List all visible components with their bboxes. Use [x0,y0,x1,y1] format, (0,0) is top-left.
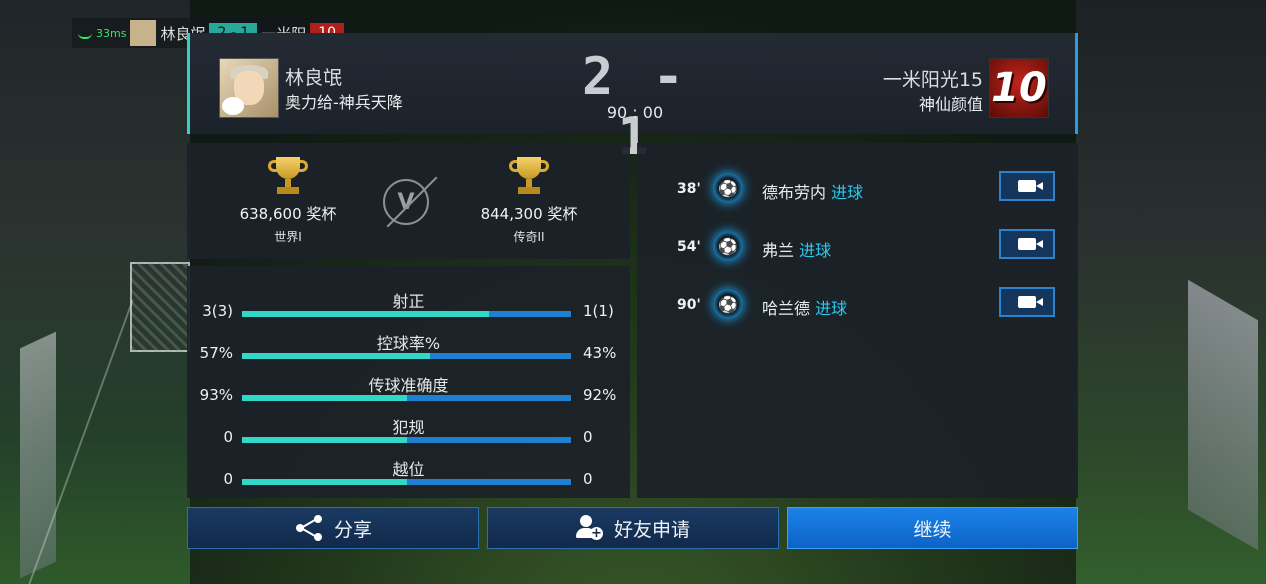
stat-bar-home-fill [242,311,489,317]
stat-label: 越位 [392,460,425,479]
share-button[interactable]: 分享 [187,507,479,549]
event-description: 哈兰德 进球 [762,295,847,319]
camera-icon [1018,180,1043,192]
stats-panel: 射正 3(3) 1(1) 控球率% 57% 43% 传球准确度 93% 92% … [187,266,630,498]
stat-away-value: 0 [583,470,593,488]
stat-bar-home-fill [242,395,408,401]
friend-request-label: 好友申请 [613,518,690,541]
goal-ball-icon: ⚽ [712,172,744,204]
stat-home-value: 93% [199,386,233,404]
camera-icon [1018,296,1043,308]
replay-camera-button[interactable] [999,287,1055,317]
home-trophy-points: 638,600 奖杯 [239,205,337,223]
away-rank: 传奇II [513,230,545,244]
goal-ball-icon: ⚽ [712,230,744,262]
event-player: 哈兰德 [762,299,811,318]
stat-bar [242,311,571,317]
home-avatar[interactable] [219,58,279,118]
event-minute: 90' [677,297,701,313]
event-type: 进球 [799,241,832,260]
stat-bar-home-fill [242,437,407,443]
trophy-panel: 638,600 奖杯 世界I V 844,300 奖杯 传奇II [187,143,630,259]
wifi-icon [78,27,92,39]
stat-label: 传球准确度 [368,376,449,395]
event-minute: 54' [677,239,701,255]
ping-text: 33ms [96,26,127,40]
away-player-name: 一米阳光15 [882,69,983,91]
add-friend-icon: + [575,515,604,541]
stat-home-value: 3(3) [202,302,233,320]
stat-away-value: 43% [583,344,617,362]
stat-row-fouls: 犯规 0 0 [187,414,630,454]
replay-camera-button[interactable] [999,229,1055,259]
home-player-name: 林良氓 [285,67,343,89]
event-player: 德布劳内 [762,183,827,202]
home-rank: 世界I [274,230,302,244]
trophy-icon [268,157,308,195]
event-type: 进球 [815,299,848,318]
stat-label: 犯规 [392,418,425,437]
continue-button[interactable]: 继续 [787,507,1078,549]
away-trophy-points: 844,300 奖杯 [480,205,578,223]
stat-bar [242,353,571,359]
replay-camera-button[interactable] [999,171,1055,201]
goal-net [130,262,190,352]
stat-row-offside: 越位 0 0 [187,456,630,496]
trophy-icon [509,157,549,195]
stat-away-value: 1(1) [583,302,614,320]
stat-row-pass-accuracy: 传球准确度 93% 92% [187,372,630,412]
ad-board-right [1188,279,1258,551]
match-time: 90 : 00 [606,103,664,122]
event-description: 弗兰 进球 [762,237,831,261]
event-row: 90' ⚽ 哈兰德 进球 [637,286,1078,326]
event-type: 进球 [831,183,864,202]
stat-away-value: 0 [583,428,593,446]
camera-icon [1018,238,1043,250]
away-avatar[interactable]: 10 [989,58,1049,118]
stat-bar-home-fill [242,479,407,485]
event-row: 38' ⚽ 德布劳内 进球 [637,170,1078,210]
goal-ball-icon: ⚽ [712,288,744,320]
away-trophy: 844,300 奖杯 传奇II [479,157,579,245]
home-trophy: 638,600 奖杯 世界I [238,157,338,245]
stat-bar [242,479,571,485]
away-avatar-badge: 10 [991,65,1047,111]
stat-away-value: 92% [583,386,617,404]
continue-button-label: 继续 [913,518,952,541]
home-club-name: 奥力给-神兵天降 [285,93,403,112]
match-events-panel: 38' ⚽ 德布劳内 进球 54' ⚽ 弗兰 进球 90' ⚽ 哈兰德 进球 [637,143,1078,498]
stat-row-shots: 射正 3(3) 1(1) [187,288,630,328]
event-description: 德布劳内 进球 [762,179,863,203]
stat-home-value: 0 [223,428,233,446]
match-header: 林良氓 奥力给-神兵天降 2 - 1 90 : 00 一米阳光15 神仙颜值 1… [187,33,1078,167]
event-player: 弗兰 [762,241,795,260]
stat-label: 控球率% [376,334,441,353]
ad-board-left [20,331,56,579]
event-row: 54' ⚽ 弗兰 进球 [637,228,1078,268]
ping-indicator: 33ms [78,27,126,40]
friend-request-button[interactable]: + 好友申请 [487,507,779,549]
share-icon [294,515,324,541]
stat-row-possession: 控球率% 57% 43% [187,330,630,370]
stat-bar [242,395,571,401]
stat-bar [242,437,571,443]
stat-home-value: 0 [223,470,233,488]
stat-home-value: 57% [199,344,233,362]
event-minute: 38' [677,181,701,197]
stat-bar-home-fill [242,353,430,359]
share-button-label: 分享 [333,518,372,541]
mini-avatar [130,20,157,46]
versus-icon: V [383,179,429,225]
away-club-name: 神仙颜值 [918,95,983,114]
stat-label: 射正 [392,292,425,311]
